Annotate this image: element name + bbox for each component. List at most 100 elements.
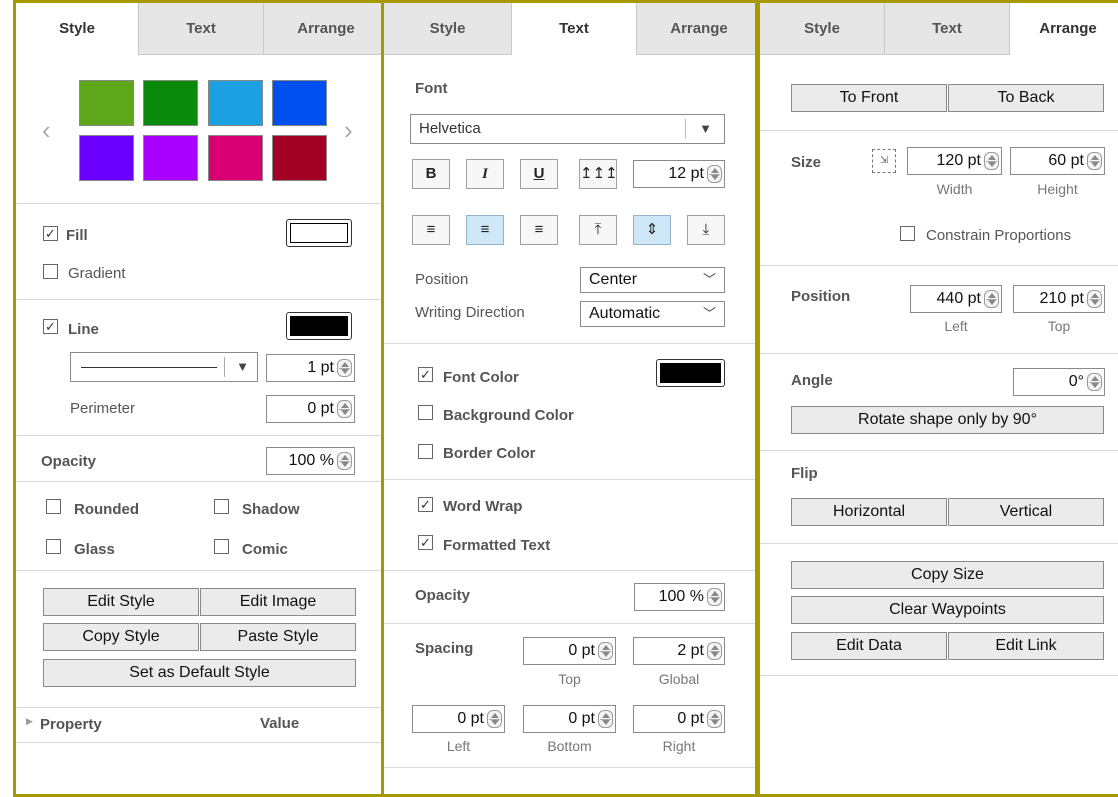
copy-size-button[interactable]: Copy Size xyxy=(791,561,1104,589)
opacity-input[interactable]: 100 % xyxy=(634,583,725,611)
tab-style[interactable]: Style xyxy=(384,3,511,55)
stepper-icon[interactable] xyxy=(707,710,722,728)
to-front-button[interactable]: To Front xyxy=(791,84,947,112)
tab-style[interactable]: Style xyxy=(16,3,138,55)
position-select[interactable]: Center ﹀ xyxy=(580,267,725,293)
bold-button[interactable]: B xyxy=(412,159,450,189)
fill-color-button[interactable] xyxy=(286,219,352,247)
flip-horizontal-button[interactable]: Horizontal xyxy=(791,498,947,526)
stepper-icon[interactable] xyxy=(707,588,722,606)
rounded-checkbox[interactable] xyxy=(46,499,61,514)
color-swatch[interactable] xyxy=(143,135,198,181)
tab-text[interactable]: Text xyxy=(138,3,263,55)
stepper-icon[interactable] xyxy=(337,359,352,377)
spacing-top-input[interactable]: 0 pt xyxy=(523,637,616,665)
height-input[interactable]: 60 pt xyxy=(1010,147,1105,175)
align-top-icon[interactable]: ⤒ xyxy=(579,215,617,245)
clear-waypoints-button[interactable]: Clear Waypoints xyxy=(791,596,1104,624)
color-swatch[interactable] xyxy=(79,135,134,181)
expand-triangle-icon[interactable]: ▶ xyxy=(26,716,33,727)
line-color-button[interactable] xyxy=(286,312,352,340)
tab-arrange[interactable]: Arrange xyxy=(636,3,755,55)
align-left-icon[interactable]: ≡ xyxy=(412,215,450,245)
tab-arrange[interactable]: Arrange xyxy=(1009,3,1118,55)
align-middle-icon[interactable]: ⇕ xyxy=(633,215,671,245)
spacing-right-input[interactable]: 0 pt xyxy=(633,705,725,733)
spacing-bottom-input[interactable]: 0 pt xyxy=(523,705,616,733)
underline-button[interactable]: U xyxy=(520,159,558,189)
stepper-icon[interactable] xyxy=(487,710,502,728)
font-size-input[interactable]: 12 pt xyxy=(633,160,725,188)
flip-vertical-button[interactable]: Vertical xyxy=(948,498,1104,526)
stepper-icon[interactable] xyxy=(337,452,352,470)
chevron-left-icon[interactable]: ‹ xyxy=(42,115,51,146)
width-input[interactable]: 120 pt xyxy=(907,147,1002,175)
height-caption: Height xyxy=(1037,181,1078,197)
copy-style-button[interactable]: Copy Style xyxy=(43,623,199,651)
opacity-input[interactable]: 100 % xyxy=(266,447,355,475)
tab-text[interactable]: Text xyxy=(511,3,636,55)
rotate-button[interactable]: Rotate shape only by 90° xyxy=(791,406,1104,434)
background-color-checkbox[interactable] xyxy=(418,405,433,420)
top-caption: Top xyxy=(1047,318,1071,334)
stepper-icon[interactable] xyxy=(1087,290,1102,308)
edit-style-button[interactable]: Edit Style xyxy=(43,588,199,616)
line-style-select[interactable]: ▼ xyxy=(70,352,258,382)
spacing-left-input[interactable]: 0 pt xyxy=(412,705,505,733)
tab-style[interactable]: Style xyxy=(760,3,884,55)
to-back-button[interactable]: To Back xyxy=(948,84,1104,112)
tab-text[interactable]: Text xyxy=(884,3,1009,55)
font-color-checkbox[interactable]: ✓ xyxy=(418,367,433,382)
color-swatch[interactable] xyxy=(208,80,263,126)
tab-arrange[interactable]: Arrange xyxy=(263,3,382,55)
stepper-icon[interactable] xyxy=(984,152,999,170)
width-caption: Width xyxy=(936,181,973,197)
chevron-right-icon[interactable]: › xyxy=(344,115,353,146)
set-default-style-button[interactable]: Set as Default Style xyxy=(43,659,356,687)
word-wrap-label: Word Wrap xyxy=(443,498,523,515)
italic-button[interactable]: I xyxy=(466,159,504,189)
stepper-icon[interactable] xyxy=(337,400,352,418)
stepper-icon[interactable] xyxy=(598,642,613,660)
stepper-icon[interactable] xyxy=(1087,152,1102,170)
color-swatch[interactable] xyxy=(208,135,263,181)
comic-checkbox[interactable] xyxy=(214,539,229,554)
constrain-proportions-checkbox[interactable] xyxy=(900,226,915,241)
font-color-button[interactable] xyxy=(656,359,725,387)
line-width-input[interactable]: 1 pt xyxy=(266,354,355,382)
font-family-select[interactable]: Helvetica ▼ xyxy=(410,114,725,144)
spacing-global-input[interactable]: 2 pt xyxy=(633,637,725,665)
stepper-icon[interactable] xyxy=(984,290,999,308)
left-input[interactable]: 440 pt xyxy=(910,285,1002,313)
stepper-icon[interactable] xyxy=(707,165,722,183)
align-center-icon[interactable]: ≡ xyxy=(466,215,504,245)
color-swatch[interactable] xyxy=(272,80,327,126)
angle-input[interactable]: 0° xyxy=(1013,368,1105,396)
vertical-text-icon[interactable]: ↥↥↥ xyxy=(579,159,618,189)
perimeter-input[interactable]: 0 pt xyxy=(266,395,355,423)
align-bottom-icon[interactable]: ⤓ xyxy=(687,215,725,245)
align-right-icon[interactable]: ≡ xyxy=(520,215,558,245)
paste-style-button[interactable]: Paste Style xyxy=(200,623,356,651)
position-label: Position xyxy=(791,288,851,305)
fill-checkbox[interactable]: ✓ xyxy=(43,226,58,241)
stepper-icon[interactable] xyxy=(598,710,613,728)
stepper-icon[interactable] xyxy=(707,642,722,660)
line-checkbox[interactable]: ✓ xyxy=(43,319,58,334)
color-swatch[interactable] xyxy=(272,135,327,181)
gradient-checkbox[interactable] xyxy=(43,264,58,279)
color-swatch[interactable] xyxy=(143,80,198,126)
autosize-icon[interactable]: ⇲ xyxy=(872,149,896,173)
border-color-checkbox[interactable] xyxy=(418,444,433,459)
writing-direction-select[interactable]: Automatic ﹀ xyxy=(580,301,725,327)
color-swatch[interactable] xyxy=(79,80,134,126)
stepper-icon[interactable] xyxy=(1087,373,1102,391)
edit-data-button[interactable]: Edit Data xyxy=(791,632,947,660)
word-wrap-checkbox[interactable]: ✓ xyxy=(418,497,433,512)
top-input[interactable]: 210 pt xyxy=(1013,285,1105,313)
formatted-text-checkbox[interactable]: ✓ xyxy=(418,535,433,550)
edit-image-button[interactable]: Edit Image xyxy=(200,588,356,616)
edit-link-button[interactable]: Edit Link xyxy=(948,632,1104,660)
glass-checkbox[interactable] xyxy=(46,539,61,554)
shadow-checkbox[interactable] xyxy=(214,499,229,514)
